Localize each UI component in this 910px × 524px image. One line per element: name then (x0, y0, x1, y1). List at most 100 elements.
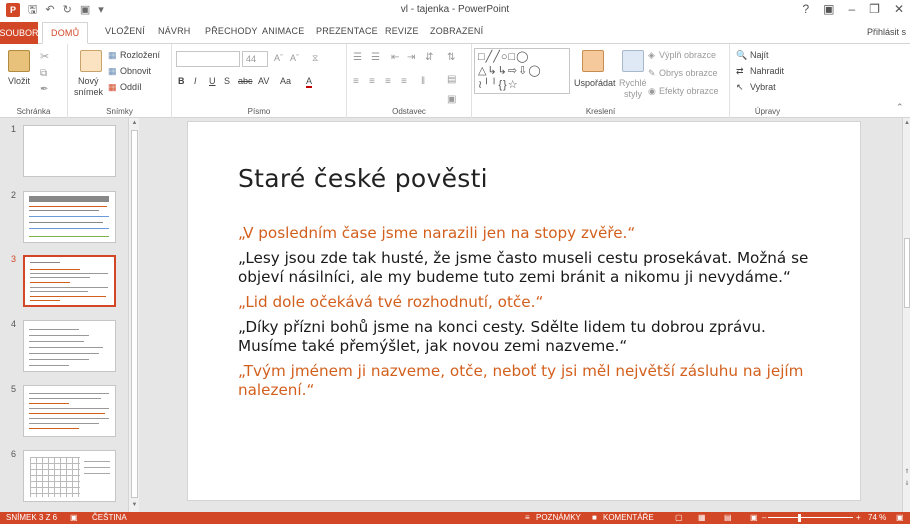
zoom-out-icon[interactable]: – (762, 513, 766, 522)
layout-button[interactable]: Rozložení (120, 50, 160, 60)
tab-view[interactable]: ZOBRAZENÍ (430, 26, 483, 36)
new-slide-icon[interactable] (80, 50, 102, 72)
ribbon-display-options-button[interactable]: ▣ (823, 2, 834, 16)
slide-canvas[interactable]: Staré české pověsti „V posledním čase js… (188, 122, 860, 500)
minimize-button[interactable]: – (848, 2, 855, 16)
notes-button[interactable]: POZNÁMKY (536, 513, 581, 522)
grow-font-icon[interactable]: Aˆ (274, 53, 283, 63)
reset-button[interactable]: Obnovit (120, 66, 151, 76)
slide-title[interactable]: Staré české pověsti (238, 164, 488, 193)
scroll-up-icon[interactable]: ▲ (130, 119, 139, 128)
help-button[interactable]: ? (802, 2, 809, 16)
quick-styles-label-2[interactable]: styly (624, 89, 642, 99)
slide-scrollbar[interactable]: ▲ ⇑ ⇓ (902, 118, 910, 512)
smartart-icon[interactable]: ▣ (447, 94, 456, 105)
quick-styles-icon[interactable] (622, 50, 644, 72)
slide-thumbnail-4[interactable] (23, 320, 116, 372)
thumbnails-scrollbar[interactable]: ▲ ▼ (128, 118, 139, 512)
quick-styles-label-1[interactable]: Rychlé (619, 78, 647, 88)
zoom-level[interactable]: 74 % (868, 513, 886, 522)
slideshow-view-icon[interactable]: ▣ (750, 513, 758, 522)
bold-button[interactable]: B (178, 76, 185, 86)
slide-thumbnail-6[interactable] (23, 450, 116, 502)
clear-formatting-icon[interactable]: ⧖ (312, 53, 318, 64)
zoom-slider-thumb[interactable] (798, 514, 802, 522)
new-slide-label-1[interactable]: Nový (78, 76, 99, 86)
tab-slideshow[interactable]: PREZENTACE (316, 26, 378, 36)
decrease-indent-icon[interactable]: ⇤ (391, 52, 399, 63)
arrange-button[interactable]: Uspořádat (574, 78, 616, 88)
quote-paragraph[interactable]: „Tvým jménem ji nazveme, otče, neboť ty … (238, 362, 828, 400)
italic-button[interactable]: I (194, 76, 197, 86)
quote-paragraph[interactable]: „Lid dole očekává tvé rozhodnutí, otče.“ (238, 293, 828, 312)
collapse-ribbon-icon[interactable]: ⌃ (896, 102, 904, 113)
paste-icon[interactable] (8, 50, 30, 72)
slide-body-placeholder[interactable]: „V posledním čase jsme narazili jen na s… (238, 224, 828, 406)
shrink-font-icon[interactable]: Aˇ (290, 53, 299, 63)
justify-icon[interactable]: ≡ (401, 76, 407, 87)
align-center-icon[interactable]: ≡ (369, 76, 375, 87)
change-case-button[interactable]: Aa (280, 76, 291, 86)
underline-button[interactable]: U (209, 76, 216, 86)
close-button[interactable]: ✕ (894, 2, 904, 16)
numbering-icon[interactable]: ☰ (371, 52, 380, 63)
language-indicator[interactable]: ČEŠTINA (92, 513, 127, 522)
replace-button[interactable]: Nahradit (750, 66, 784, 76)
next-slide-icon[interactable]: ⇓ (903, 480, 910, 487)
text-paragraph[interactable]: „Díky přízni bohů jsme na konci cesty. S… (238, 318, 828, 356)
select-button[interactable]: Vybrat (750, 82, 776, 92)
zoom-in-icon[interactable]: + (856, 513, 861, 522)
copy-icon[interactable]: ⧉ (40, 68, 47, 79)
find-button[interactable]: Najít (750, 50, 769, 60)
tab-insert[interactable]: VLOŽENÍ (105, 26, 145, 36)
font-color-button[interactable]: A (306, 76, 313, 88)
sign-in-link[interactable]: Přihlásit s (867, 27, 906, 37)
comments-button[interactable]: KOMENTÁŘE (603, 513, 654, 522)
font-name-combo[interactable] (176, 51, 240, 67)
shape-outline-button[interactable]: Obrys obrazce (659, 68, 718, 78)
tab-review[interactable]: REVIZE (385, 26, 419, 36)
line-spacing-icon[interactable]: ⇵ (425, 52, 433, 63)
spelling-icon[interactable]: ▣ (70, 513, 78, 522)
start-slideshow-icon[interactable]: ▣ (80, 3, 90, 17)
align-left-icon[interactable]: ≡ (353, 76, 359, 87)
main-scroll-thumb[interactable] (904, 238, 910, 308)
strikethrough-button[interactable]: abc (238, 76, 253, 86)
align-text-icon[interactable]: ▤ (447, 74, 456, 85)
text-direction-icon[interactable]: ⇅ (447, 52, 455, 63)
zoom-slider[interactable] (768, 517, 853, 518)
save-icon[interactable]: 🖫 (28, 3, 37, 17)
new-slide-label-2[interactable]: snímek (74, 87, 103, 97)
restore-button[interactable]: ❐ (869, 2, 880, 16)
tab-file[interactable]: SOUBOR (0, 22, 39, 44)
undo-icon[interactable]: ↶ (45, 3, 54, 17)
arrange-icon[interactable] (582, 50, 604, 72)
shadow-button[interactable]: S (224, 76, 230, 86)
quote-paragraph[interactable]: „V posledním čase jsme narazili jen na s… (238, 224, 828, 243)
paste-button[interactable]: Vložit (8, 76, 30, 86)
increase-indent-icon[interactable]: ⇥ (407, 52, 415, 63)
columns-icon[interactable]: ‖ (421, 76, 425, 87)
font-size-combo[interactable]: 44 (242, 51, 268, 67)
slide-thumbnail-3[interactable] (23, 255, 116, 307)
scroll-down-icon[interactable]: ▼ (130, 501, 139, 510)
tab-design[interactable]: NÁVRH (158, 26, 191, 36)
slide-thumbnail-5[interactable] (23, 385, 116, 437)
text-paragraph[interactable]: „Lesy jsou zde tak husté, že jsme často … (238, 249, 828, 287)
thumbnails-scroll-thumb[interactable] (131, 130, 138, 498)
slide-sorter-icon[interactable]: ▦ (698, 513, 706, 522)
main-scroll-up-icon[interactable]: ▲ (903, 120, 910, 126)
cut-icon[interactable]: ✂ (40, 50, 49, 63)
tab-animations[interactable]: ANIMACE (262, 26, 304, 36)
tab-home[interactable]: DOMŮ (42, 22, 89, 44)
bullets-icon[interactable]: ☰ (353, 52, 362, 63)
normal-view-icon[interactable]: ▢ (675, 513, 683, 522)
align-right-icon[interactable]: ≡ (385, 76, 391, 87)
reading-view-icon[interactable]: ▤ (724, 513, 732, 522)
customize-icon[interactable]: ▾ (98, 3, 104, 17)
shape-effects-button[interactable]: Efekty obrazce (659, 86, 719, 96)
tab-transitions[interactable]: PŘECHODY (205, 26, 258, 36)
fit-slide-icon[interactable]: ▣ (896, 513, 904, 522)
slide-thumbnail-2[interactable] (23, 191, 116, 243)
format-painter-icon[interactable]: ✒ (40, 84, 48, 95)
